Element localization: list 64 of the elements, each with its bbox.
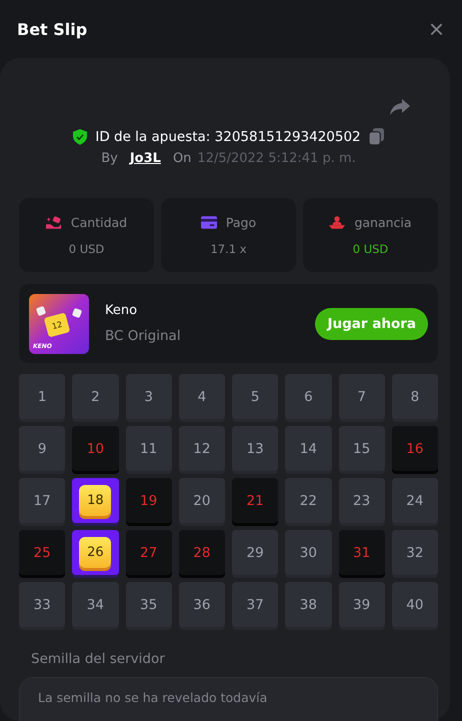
stat-label: Pago — [226, 214, 256, 230]
keno-tile: 38 — [285, 582, 332, 627]
stat-value: 0 USD — [68, 242, 104, 256]
keno-tile: 5 — [232, 374, 278, 419]
keno-tile: 13 — [232, 426, 278, 471]
on-label: On — [172, 151, 192, 166]
card-icon — [200, 216, 217, 228]
play-now-button[interactable]: Jugar ahora — [315, 308, 428, 340]
keno-tile: 10 — [72, 426, 118, 471]
keno-tile: 3 — [126, 374, 172, 419]
keno-tile: 8 — [392, 374, 438, 419]
stat-value: 0 USD — [352, 242, 388, 256]
stat-value: 17.1 x — [210, 242, 247, 256]
bet-date: 12/5/2022 5:12:41 p. m. — [197, 151, 356, 166]
keno-tile: 35 — [126, 582, 172, 627]
keno-tile: 17 — [19, 478, 66, 523]
keno-tile: 4 — [178, 374, 225, 419]
keno-tile: 29 — [232, 530, 278, 575]
stat-label: ganancia — [354, 214, 412, 230]
keno-tile: 16 — [392, 426, 438, 471]
dialog-title: Bet Slip — [17, 20, 88, 38]
keno-tile: 31 — [338, 530, 385, 575]
keno-tile: 19 — [126, 478, 172, 523]
keno-tile: 24 — [392, 478, 438, 523]
keno-tile: 7 — [338, 374, 385, 419]
user-link[interactable]: Jo3L — [130, 151, 161, 166]
keno-tile: 21 — [232, 478, 278, 523]
keno-tile: 27 — [126, 530, 172, 575]
keno-tile: 12 — [178, 426, 225, 471]
keno-tile: 9 — [19, 426, 66, 471]
keno-tile: 15 — [338, 426, 385, 471]
keno-tile: 26 — [72, 530, 118, 575]
bet-id: ID de la apuesta: 32058151293420502 — [95, 128, 361, 144]
coins-hand-icon — [46, 216, 62, 228]
keno-tile: 25 — [19, 530, 66, 575]
copy-icon[interactable] — [368, 128, 384, 145]
keno-tile: 6 — [285, 374, 332, 419]
keno-tile: 32 — [392, 530, 438, 575]
keno-tile: 36 — [178, 582, 225, 627]
close-button[interactable]: × — [424, 16, 448, 42]
keno-tile: 14 — [285, 426, 332, 471]
seed-label: Semilla del servidor — [31, 651, 166, 667]
keno-tile: 2 — [72, 374, 118, 419]
seed-value: La semilla no se ha revelado todavía — [38, 690, 268, 705]
keno-tile: 11 — [126, 426, 172, 471]
keno-tile: 1 — [19, 374, 66, 419]
keno-tile: 23 — [338, 478, 385, 523]
keno-tile: 33 — [19, 582, 66, 627]
keno-tile: 20 — [178, 478, 225, 523]
by-label: By — [101, 151, 118, 166]
shield-check-icon — [73, 128, 88, 144]
keno-tile: 18 — [72, 478, 118, 523]
keno-tile: 34 — [72, 582, 118, 627]
share-icon[interactable] — [390, 98, 410, 116]
game-name: Keno — [105, 303, 138, 318]
keno-tile: 39 — [338, 582, 385, 627]
stat-label: Cantidad — [70, 214, 128, 230]
game-provider: BC Original — [105, 328, 182, 344]
keno-tile: 30 — [285, 530, 332, 575]
keno-tile: 40 — [392, 582, 438, 627]
person-hand-icon — [329, 216, 346, 228]
keno-tile: 22 — [285, 478, 332, 523]
keno-tile: 37 — [232, 582, 278, 627]
keno-tile: 28 — [178, 530, 225, 575]
